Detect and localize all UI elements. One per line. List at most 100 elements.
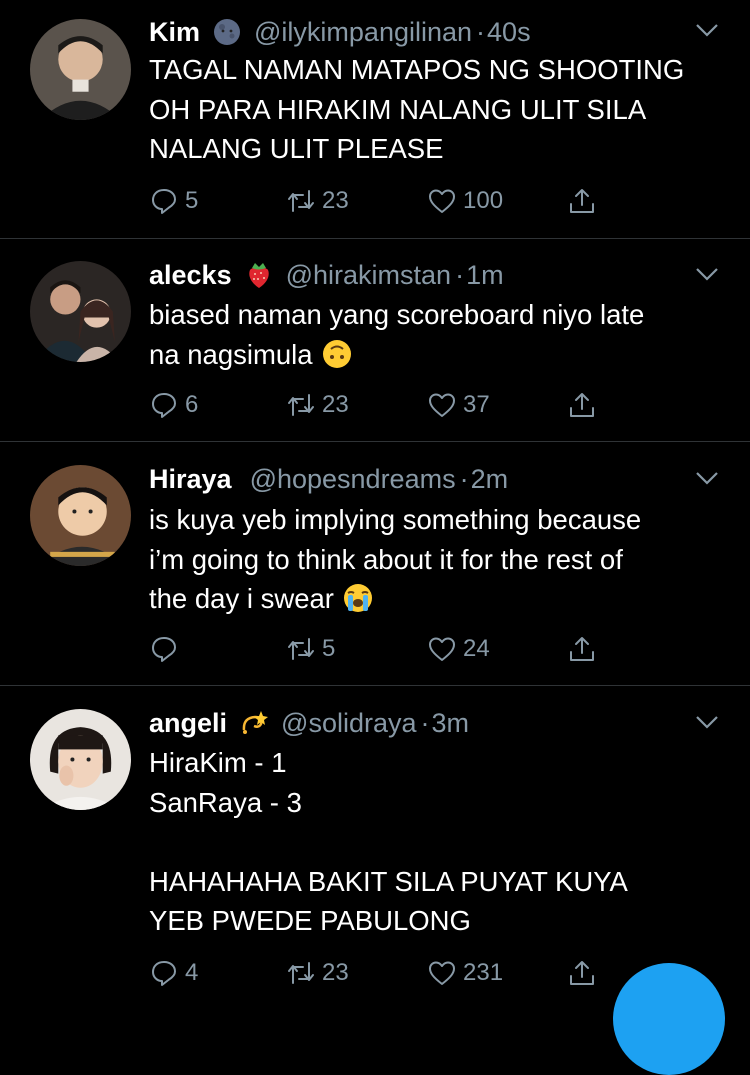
retweet-button[interactable]: 23 [286,958,349,988]
chevron-down-icon[interactable] [694,468,720,488]
separator-dot: · [420,707,430,738]
retweet-button[interactable]: 23 [286,390,349,420]
retweet-icon [288,638,314,660]
avatar[interactable] [30,19,131,120]
separator-dot: · [459,463,469,494]
reply-icon [152,637,176,662]
tweet-text-line: HiraKim - 1 [149,747,287,778]
user-handle[interactable]: @ilykimpangilinan [254,17,472,48]
share-button[interactable] [567,390,597,420]
tweet-text-line: the day i swear [149,579,729,619]
chevron-down-icon[interactable] [694,20,720,40]
like-button[interactable]: 100 [427,186,503,216]
share-icon [570,393,594,417]
like-count: 231 [463,959,504,986]
tweet-actions: 5 23 100 [149,186,609,220]
like-button[interactable]: 24 [427,634,490,664]
share-button[interactable] [567,634,597,664]
share-icon [570,961,594,985]
chevron-down-icon[interactable] [694,264,720,284]
user-handle[interactable]: @solidraya [281,708,416,739]
upside-down-face-emoji-icon [321,338,353,370]
reply-count: 4 [185,959,199,986]
avatar[interactable] [30,709,131,810]
display-name[interactable]: Kim [149,17,200,48]
retweet-button[interactable]: 23 [286,186,349,216]
tweet-text-line: NALANG ULIT PLEASE [149,133,444,164]
tweet-text-line [149,822,729,862]
avatar[interactable] [30,465,131,566]
tweet-text-line-content: na nagsimula [149,338,313,370]
reply-icon [152,961,176,986]
timestamp[interactable]: 2m [471,464,509,495]
retweet-count: 23 [322,187,349,214]
tweet-actions: 6 23 37 [149,390,609,424]
heart-icon [429,637,455,661]
new-moon-face-emoji-icon [212,17,242,47]
user-handle[interactable]: @hirakimstan [286,260,451,291]
display-name[interactable]: angeli [149,708,227,739]
timestamp[interactable]: 3m [432,708,470,739]
tweet-text-line: TAGAL NAMAN MATAPOS NG SHOOTING [149,54,685,85]
tweet-actions: 4 23 231 [149,958,609,992]
retweet-icon [288,190,314,212]
tweet-actions: 5 24 [149,634,609,668]
heart-icon [429,393,455,417]
heart-icon [429,189,455,213]
strawberry-emoji-icon [244,260,274,290]
reply-icon [152,393,176,418]
display-name[interactable]: alecks [149,260,232,291]
tweet-4[interactable]: angeli @solidraya · 3m HiraKim - 1 SanRa… [0,686,750,1003]
compose-tweet-button[interactable] [613,963,725,1075]
tweet-text: is kuya yeb implying something because i… [149,500,729,619]
tweet-header: alecks @hirakimstan · 1m [149,257,504,293]
retweet-count: 23 [322,391,349,418]
user-handle[interactable]: @hopesndreams [250,464,456,495]
tweet-1[interactable]: Kim @ilykimpangilinan · 40s TAGAL NAMAN … [0,0,750,238]
retweet-count: 5 [322,635,336,662]
tweet-text-line: na nagsimula [149,335,729,375]
tweet-text-line-content: the day i swear [149,583,334,614]
tweet-text-line: is kuya yeb implying something because [149,504,642,535]
tweet-text-line: OH PARA HIRAKIM NALANG ULIT SILA [149,93,647,125]
dizzy-emoji-icon [239,708,269,738]
tweet-text-line: SanRaya - 3 [149,786,302,818]
share-icon [570,637,594,661]
tweet-text: TAGAL NAMAN MATAPOS NG SHOOTING OH PARA … [149,50,729,169]
reply-button[interactable] [149,634,185,664]
like-button[interactable]: 231 [427,958,503,988]
tweet-3[interactable]: Hiraya @hopesndreams · 2m is kuya yeb im… [0,442,750,685]
share-button[interactable] [567,958,597,988]
like-count: 24 [463,635,490,662]
like-count: 100 [463,187,504,214]
tweet-text: biased naman yang scoreboard niyo late n… [149,295,729,374]
tweet-header: Hiraya @hopesndreams · 2m [149,461,508,497]
tweet-2[interactable]: alecks @hirakimstan · 1m biased naman ya… [0,239,750,441]
tweet-header: Kim @ilykimpangilinan · 40s [149,14,531,50]
reply-button[interactable]: 5 [149,186,198,216]
tweet-text-line: i’m going to think about it for the rest… [149,543,623,575]
separator-dot: · [476,16,486,47]
reply-icon [152,189,176,214]
like-button[interactable]: 37 [427,390,490,420]
tweet-text-line: HAHAHAHA BAKIT SILA PUYAT KUYA [149,865,628,897]
chevron-down-icon[interactable] [694,712,720,732]
tweet-text: HiraKim - 1 SanRaya - 3 HAHAHAHA BAKIT S… [149,743,729,941]
timestamp[interactable]: 40s [487,17,531,48]
like-count: 37 [463,391,490,418]
reply-count: 5 [185,187,199,214]
avatar[interactable] [30,261,131,362]
reply-button[interactable]: 4 [149,958,198,988]
separator-dot: · [455,259,465,290]
share-button[interactable] [567,186,597,216]
retweet-icon [288,962,314,984]
tweet-header: angeli @solidraya · 3m [149,705,469,741]
share-icon [570,189,594,213]
display-name[interactable]: Hiraya [149,464,232,495]
timestamp[interactable]: 1m [466,260,504,291]
reply-count: 6 [185,391,199,418]
reply-button[interactable]: 6 [149,390,198,420]
retweet-button[interactable]: 5 [286,634,335,664]
retweet-icon [288,394,314,416]
loudly-crying-face-emoji-icon [342,582,374,614]
